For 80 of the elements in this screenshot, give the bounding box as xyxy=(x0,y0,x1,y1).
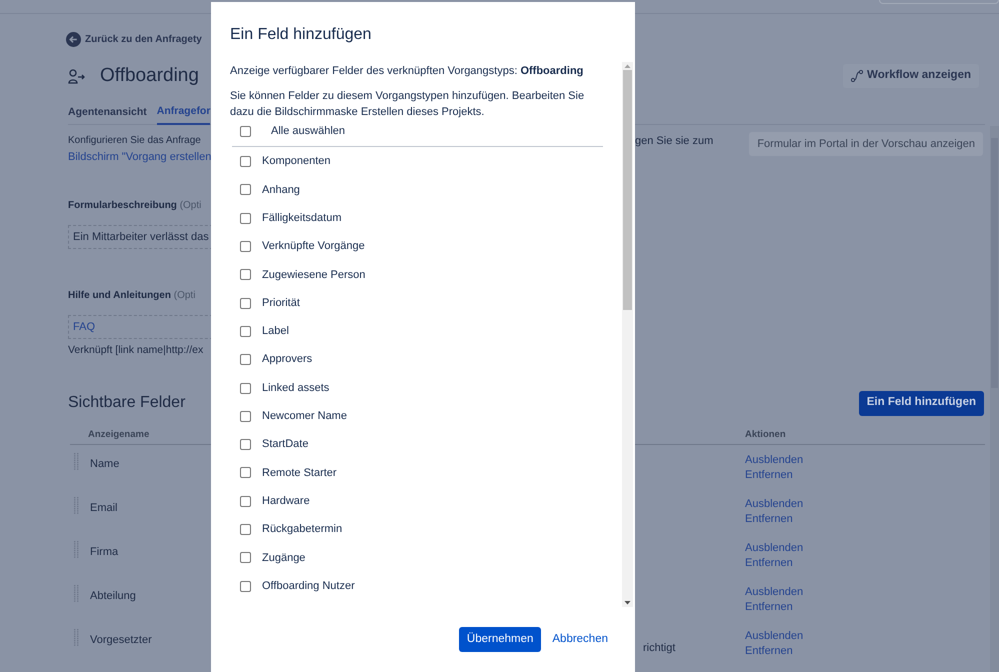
checkbox[interactable] xyxy=(240,382,251,394)
checkbox-label: Komponenten xyxy=(262,154,330,170)
checkbox-label: Approvers xyxy=(262,352,312,368)
cancel-button[interactable]: Abbrechen xyxy=(545,627,615,652)
checkbox-label: Priorität xyxy=(262,296,300,311)
column-header: Anzeigename xyxy=(88,428,150,442)
checkbox[interactable] xyxy=(240,326,251,337)
back-link[interactable]: Zurück zu den Anfragety xyxy=(85,32,202,46)
checkbox-label: Zugänge xyxy=(262,550,306,566)
checkbox[interactable] xyxy=(240,212,251,224)
action-link[interactable]: Entfernen xyxy=(745,644,804,659)
checkbox-label: Remote Starter xyxy=(262,466,337,481)
checkbox-label: Anhang xyxy=(262,182,300,198)
checkbox[interactable] xyxy=(240,496,251,507)
action-link[interactable]: Ausblenden xyxy=(745,585,804,600)
field-name: Email xyxy=(90,501,118,516)
checkbox[interactable] xyxy=(240,354,251,366)
checkbox[interactable] xyxy=(240,298,251,309)
checkbox[interactable] xyxy=(240,524,251,535)
checkbox[interactable] xyxy=(240,552,251,564)
action-link[interactable]: Entfernen xyxy=(745,600,804,615)
checkbox-label: Rückgabetermin xyxy=(262,522,342,538)
action-link[interactable]: Ausblenden xyxy=(745,453,804,468)
action-link[interactable]: Entfernen xyxy=(745,512,804,527)
page-title: Offboarding xyxy=(100,64,199,88)
field-name: Name xyxy=(90,457,120,472)
dialog-info: Anzeige verfügbarer Felder des verknüpften Vorgangstyps: Offboarding xyxy=(230,64,584,79)
checkbox-label: Label xyxy=(262,324,289,340)
action-link[interactable]: Ausblenden xyxy=(745,497,804,512)
checkbox-label: Fälligkeitsdatum xyxy=(262,210,342,226)
action-link[interactable]: Ausblenden xyxy=(745,629,804,644)
action-link[interactable]: Entfernen xyxy=(745,468,804,483)
workflow-icon xyxy=(851,70,864,82)
drag-handle-icon[interactable] xyxy=(74,541,80,559)
checkbox[interactable] xyxy=(240,439,251,450)
field-name: Vorgesetzter xyxy=(90,633,152,648)
section-title: Sichtbare Felder xyxy=(68,393,186,413)
checkbox[interactable] xyxy=(240,241,251,252)
checkbox-label: Linked assets xyxy=(262,380,330,396)
drag-handle-icon[interactable] xyxy=(74,453,80,471)
checkbox[interactable] xyxy=(240,156,251,168)
person-arrow-icon xyxy=(68,68,85,84)
checkbox[interactable] xyxy=(240,184,251,196)
help-note: Verknüpft [link name|http://ex xyxy=(68,343,204,358)
checkbox-label: Zugewiesene Person xyxy=(262,268,366,283)
drag-handle-icon[interactable] xyxy=(74,497,80,515)
checkbox[interactable] xyxy=(240,269,251,280)
checkbox-label: Offboarding Nutzer xyxy=(262,578,355,594)
section-label: Hilfe und Anleitungen (Opti xyxy=(68,288,196,302)
checkbox[interactable] xyxy=(240,580,251,592)
checkbox-label: Newcomer Name xyxy=(262,409,347,424)
dialog-scrollbar[interactable] xyxy=(622,62,633,607)
checkbox[interactable] xyxy=(240,126,251,137)
checkbox-label: Alle auswählen xyxy=(271,124,345,140)
field-name: Firma xyxy=(90,545,118,560)
apply-button[interactable]: Übernehmen xyxy=(458,627,542,652)
scroll-up-icon xyxy=(624,62,631,70)
scroll-down-icon xyxy=(624,599,631,607)
column-header: Aktionen xyxy=(745,428,786,442)
section-label: Formularbeschreibung (Opti xyxy=(68,198,202,212)
checkbox[interactable] xyxy=(240,410,251,422)
drag-handle-icon[interactable] xyxy=(74,629,80,647)
preview-button[interactable]: Formular im Portal in der Vorschau anzeigen xyxy=(749,132,983,156)
intro-text: gen Sie sie zum xyxy=(635,134,714,149)
action-link[interactable]: Entfernen xyxy=(745,556,804,571)
checkbox[interactable] xyxy=(240,467,251,478)
dialog-title: Ein Feld hinzufügen xyxy=(230,25,372,45)
checkbox-label: Hardware xyxy=(262,494,310,509)
checkbox-label: StartDate xyxy=(262,437,308,452)
checkbox-label: Verknüpfte Vorgänge xyxy=(262,239,365,254)
add-field-button[interactable]: Ein Feld hinzufügen xyxy=(858,390,984,416)
table-cell-text: richtigt xyxy=(643,641,676,656)
create-screen-link[interactable]: Bildschirm "Vorgang erstellen xyxy=(68,149,211,165)
intro-text: Konfigurieren Sie das Anfrage xyxy=(68,134,202,148)
field-name: Abteilung xyxy=(90,589,136,604)
drag-handle-icon[interactable] xyxy=(74,585,80,603)
action-link[interactable]: Ausblenden xyxy=(745,541,804,556)
workflow-button[interactable]: Workflow anzeigen xyxy=(843,64,979,88)
dialog-hint: Sie können Felder zu diesem Vorgangstypen hinzufügen. Bearbeiten Sie dazu die Bildschirmmaske Erstellen dieses Projekts. xyxy=(230,88,586,120)
tab[interactable]: Agentenansicht xyxy=(68,100,147,125)
